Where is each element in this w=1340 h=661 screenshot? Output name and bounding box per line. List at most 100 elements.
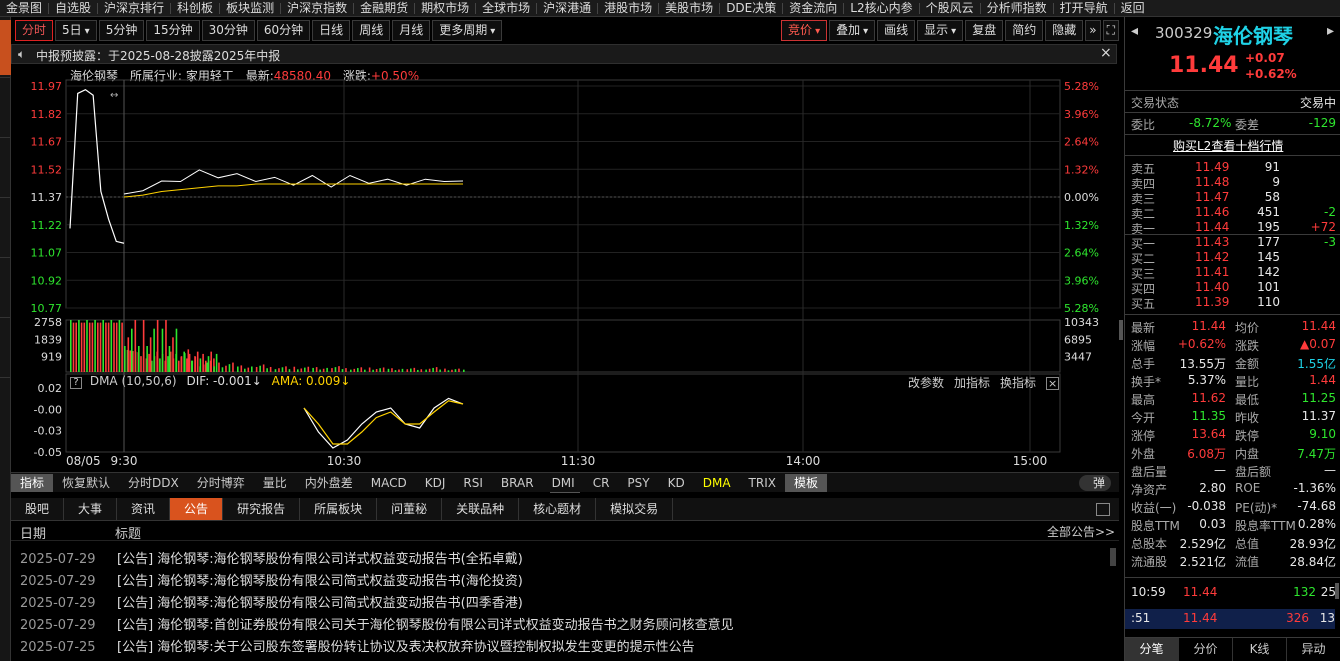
- volume-bar: [140, 356, 142, 372]
- indicator-tab[interactable]: 分时DDX: [119, 474, 188, 492]
- indicator-link[interactable]: 改参数: [908, 376, 944, 390]
- bottom-tab[interactable]: 公告: [170, 498, 224, 520]
- announcement-row[interactable]: 2025-07-29 [公告] 海伦钢琴:海伦钢琴股份有限公司简式权益变动报告书(…: [20, 592, 523, 612]
- bid-row[interactable]: 买四 11.40 101: [1131, 280, 1336, 296]
- indicator-tab[interactable]: DMI: [543, 474, 584, 492]
- volume-bar: [142, 320, 145, 372]
- volume-bar: [167, 356, 169, 372]
- quote-tab[interactable]: 分价: [1179, 638, 1233, 661]
- stat-label: 跌停: [1235, 429, 1260, 443]
- stat-label: 涨跌: [1235, 339, 1260, 353]
- bottom-tab[interactable]: 关联品种: [442, 498, 520, 520]
- volume-bar: [251, 366, 253, 372]
- announcement-title[interactable]: [公告] 海伦钢琴:关于公司股东签署股份转让协议及表决权放弃协议暨控制权拟发生变…: [117, 640, 695, 655]
- ask-row[interactable]: 卖一 11.44 195 +72: [1131, 220, 1336, 236]
- bottom-tab[interactable]: 模拟交易: [596, 498, 674, 520]
- indicator-tab[interactable]: TRIX: [740, 474, 785, 492]
- l2-buy-link[interactable]: 购买L2查看十档行情: [1173, 137, 1283, 154]
- announcement-title[interactable]: [公告] 海伦钢琴:海伦钢琴股份有限公司详式权益变动报告书(全拓卓戴): [117, 552, 523, 567]
- announcement-title[interactable]: [公告] 海伦钢琴:首创证券股份有限公司关于海伦钢琴股份有限公司详式权益变动报告…: [117, 618, 734, 633]
- prev-stock-icon[interactable]: ◂: [1131, 23, 1138, 39]
- bottom-tab[interactable]: 研究报告: [223, 498, 301, 520]
- ask-row[interactable]: 卖三 11.47 58: [1131, 190, 1336, 206]
- indicator-tab[interactable]: BRAR: [492, 474, 543, 492]
- ask-row[interactable]: 卖四 11.48 9: [1131, 175, 1336, 191]
- volume-bar: [334, 367, 337, 372]
- volume-bar: [259, 365, 261, 372]
- indicator-link[interactable]: 换指标: [1000, 376, 1036, 390]
- announcement-row[interactable]: 2025-07-29 [公告] 海伦钢琴:海伦钢琴股份有限公司简式权益变动报告书(…: [20, 570, 523, 590]
- all-announcements-link[interactable]: 全部公告>>: [1047, 523, 1115, 540]
- wb-label: 委比: [1131, 118, 1156, 132]
- quote-tab[interactable]: K线: [1233, 638, 1287, 661]
- ask-row[interactable]: 卖二 11.46 451 -2: [1131, 205, 1336, 221]
- tick-scrollbar[interactable]: [1335, 583, 1339, 599]
- bid-row[interactable]: 买二 11.42 145: [1131, 250, 1336, 266]
- indicator-tab[interactable]: 分时博弈: [188, 474, 254, 492]
- indicator-tab[interactable]: MACD: [362, 474, 416, 492]
- bid-row[interactable]: 买五 11.39 110: [1131, 295, 1336, 311]
- volume-bar: [322, 368, 325, 372]
- panel-divider-handle[interactable]: [1119, 320, 1123, 340]
- bottom-tab[interactable]: 股吧: [11, 498, 65, 520]
- volume-bar: [131, 328, 133, 372]
- expand-icon[interactable]: ↔: [110, 90, 118, 101]
- volume-bar: [86, 320, 88, 372]
- announcement-title[interactable]: [公告] 海伦钢琴:海伦钢琴股份有限公司简式权益变动报告书(海伦投资): [117, 574, 523, 589]
- stat-label: ROE: [1235, 481, 1261, 495]
- close-icon[interactable]: ×: [1046, 377, 1060, 390]
- bid-row[interactable]: 买一 11.43 177 -3: [1125, 234, 1340, 251]
- volume-bar: [315, 367, 318, 372]
- volume-bar: [375, 368, 378, 372]
- volume-bar: [406, 369, 409, 372]
- next-stock-icon[interactable]: ▸: [1327, 23, 1334, 39]
- volume-bar: [80, 322, 83, 372]
- announcement-row[interactable]: 2025-07-29 [公告] 海伦钢琴:海伦钢琴股份有限公司详式权益变动报告书(…: [20, 548, 523, 568]
- indicator-tab[interactable]: KDJ: [416, 474, 455, 492]
- indicator-tab[interactable]: 恢复默认: [53, 474, 119, 492]
- indicator-tab[interactable]: KD: [659, 474, 694, 492]
- bottom-tab[interactable]: 所属板块: [300, 498, 378, 520]
- volume-bar: [94, 320, 96, 372]
- list-scrollbar[interactable]: [1110, 548, 1116, 566]
- volume-bar: [331, 368, 333, 372]
- bottom-tab[interactable]: 核心题材: [519, 498, 597, 520]
- stat-value: —: [1214, 463, 1226, 477]
- volume-bar: [439, 369, 441, 372]
- volume-bar: [78, 320, 80, 372]
- indicator-tab[interactable]: DMA: [694, 474, 740, 492]
- quote-tab[interactable]: 分笔: [1125, 638, 1179, 661]
- popup-toggle[interactable]: 弹: [1078, 474, 1111, 491]
- book-volume: 177: [1257, 235, 1280, 249]
- indicator-tab[interactable]: 量比: [254, 474, 296, 492]
- bottom-tab[interactable]: 大事: [64, 498, 118, 520]
- header-title: 标题: [115, 527, 142, 542]
- indicator-tab[interactable]: PSY: [618, 474, 658, 492]
- bid-row[interactable]: 买三 11.41 142: [1131, 265, 1336, 281]
- volume-bar: [88, 322, 91, 372]
- stat-value: 11.44: [1301, 319, 1336, 333]
- indicator-tab[interactable]: 指标: [11, 473, 54, 492]
- intraday-chart[interactable]: 11.97 11.82 11.67 11.52 11.37 11.22 11.07 10.92…: [0, 0, 1124, 472]
- indicator-tab[interactable]: CR: [584, 474, 619, 492]
- ask-row[interactable]: 卖五 11.49 91: [1131, 160, 1336, 176]
- announcement-title[interactable]: [公告] 海伦钢琴:海伦钢琴股份有限公司简式权益变动报告书(四季香港): [117, 596, 523, 611]
- volume-bar: [153, 328, 155, 372]
- indicator-tab[interactable]: 模板: [784, 473, 827, 492]
- bottom-tab[interactable]: 资讯: [117, 498, 171, 520]
- volume-axis-label-right: 10343: [1064, 316, 1099, 329]
- announcement-row[interactable]: 2025-07-29 [公告] 海伦钢琴:首创证券股份有限公司关于海伦钢琴股份有限…: [20, 614, 734, 634]
- book-price: 11.41: [1195, 265, 1230, 279]
- minimize-icon[interactable]: [1096, 503, 1110, 516]
- stat-label: 总股本: [1131, 537, 1168, 551]
- indicator-link[interactable]: 加指标: [954, 376, 990, 390]
- indicator-name[interactable]: DMA (10,50,6): [90, 374, 177, 388]
- announcement-row[interactable]: 2025-07-25 [公告] 海伦钢琴:关于公司股东签署股份转让协议及表决权放弃…: [20, 636, 695, 656]
- help-icon[interactable]: ?: [70, 377, 82, 389]
- bottom-tab[interactable]: 问董秘: [377, 498, 443, 520]
- volume-bar: [420, 369, 423, 372]
- volume-bar: [91, 322, 94, 372]
- indicator-tab[interactable]: 内外盘差: [296, 474, 362, 492]
- indicator-tab[interactable]: RSI: [454, 474, 492, 492]
- quote-tab[interactable]: 异动: [1287, 638, 1340, 661]
